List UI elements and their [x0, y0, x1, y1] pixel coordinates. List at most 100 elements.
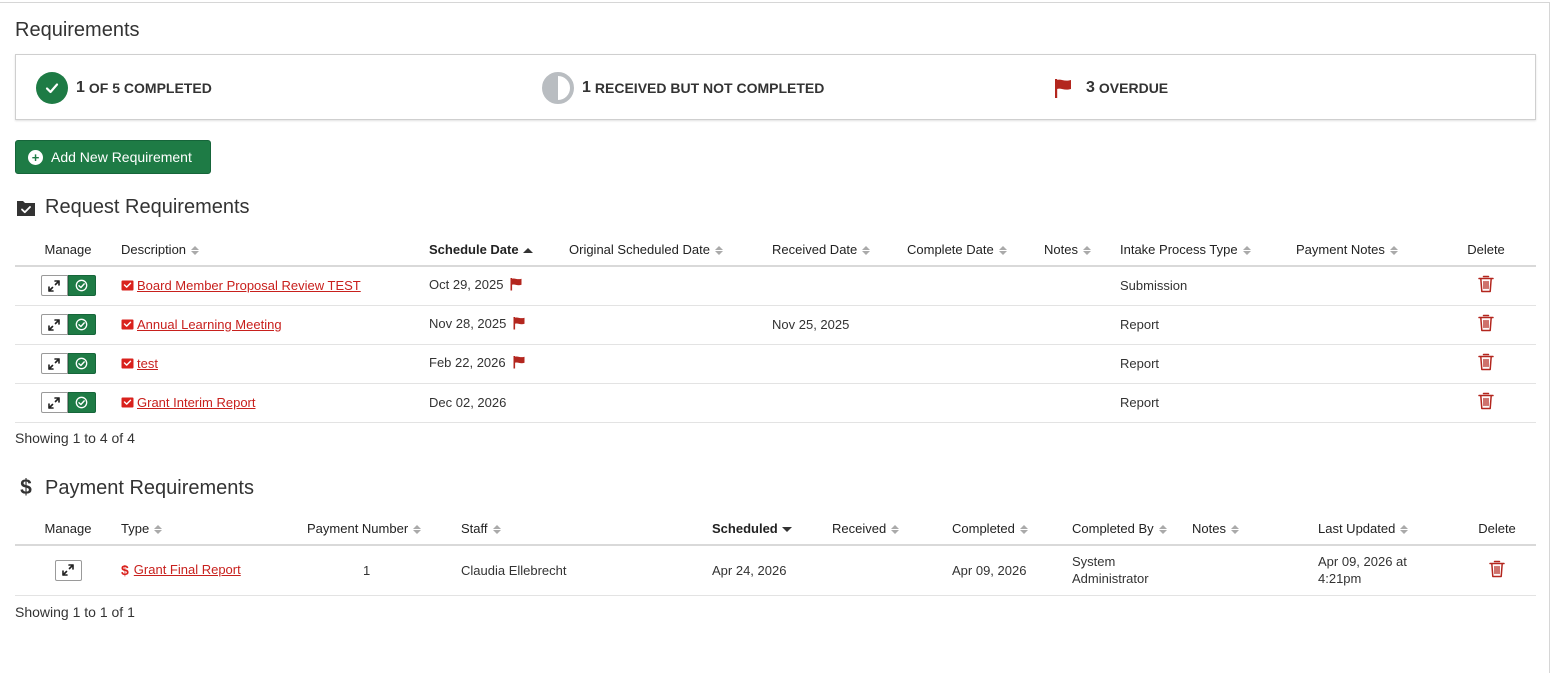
schedule-date-cell: Dec 02, 2026 — [429, 383, 569, 423]
table-row: Grant Interim Report Dec 02, 2026 Report — [15, 383, 1536, 423]
col-scheduled[interactable]: Scheduled — [712, 513, 832, 546]
col-intake-process-type[interactable]: Intake Process Type — [1120, 234, 1296, 267]
schedule-date-cell: Nov 28, 2025 — [429, 305, 569, 345]
last-updated-cell: Apr 09, 2026 at 4:21pm — [1318, 545, 1458, 596]
sort-ascending-icon — [522, 248, 533, 254]
table-row: test Feb 22, 2026 Report — [15, 344, 1536, 384]
expand-icon[interactable] — [40, 314, 68, 335]
page-title: Requirements — [15, 19, 140, 41]
manage-cell — [15, 344, 121, 384]
description-cell: test — [121, 344, 429, 384]
original-scheduled-date-cell — [569, 383, 772, 423]
staff-cell: Claudia Ellebrecht — [461, 545, 712, 596]
summary-overdue: 3 OVERDUE — [1052, 55, 1168, 121]
payment-notes-cell — [1296, 383, 1436, 423]
col-received[interactable]: Received — [832, 513, 952, 546]
completed-label: OF 5 COMPLETED — [88, 80, 212, 96]
mark-complete-icon[interactable] — [67, 314, 96, 335]
description-cell: Board Member Proposal Review TEST — [121, 266, 429, 306]
request-requirements-table: Manage Description Schedule Date Origina… — [15, 234, 1536, 423]
payment-requirements-table: Manage Type Payment Number Staff Schedul… — [15, 513, 1536, 596]
requirement-link[interactable]: Grant Interim Report — [137, 395, 256, 410]
sort-icon — [492, 525, 501, 535]
col-original-scheduled-date[interactable]: Original Scheduled Date — [569, 234, 772, 267]
overdue-flag-icon — [512, 316, 526, 333]
col-type[interactable]: Type — [121, 513, 307, 546]
mark-complete-icon[interactable] — [67, 392, 96, 413]
col-description[interactable]: Description — [121, 234, 429, 267]
requirement-link[interactable]: test — [137, 356, 158, 371]
check-circle-icon — [36, 72, 68, 104]
payment-notes-cell — [1296, 266, 1436, 306]
payment-showing-count: Showing 1 to 1 of 1 — [15, 604, 135, 620]
col-staff[interactable]: Staff — [461, 513, 712, 546]
delete-cell — [1436, 383, 1536, 423]
top-divider — [0, 2, 1549, 3]
completed-by-cell: System Administrator — [1072, 545, 1192, 596]
col-schedule-date[interactable]: Schedule Date — [429, 234, 569, 267]
payment-notes-cell — [1296, 344, 1436, 384]
expand-icon[interactable] — [40, 275, 68, 297]
col-payment-number[interactable]: Payment Number — [307, 513, 461, 546]
schedule-date: Oct 29, 2025 — [429, 277, 504, 293]
request-requirements-title: Request Requirements — [45, 196, 250, 218]
trash-icon[interactable] — [1478, 275, 1494, 296]
requirement-link[interactable]: Annual Learning Meeting — [137, 317, 282, 332]
received-label: RECEIVED BUT NOT COMPLETED — [594, 80, 825, 96]
summary-received: 1 RECEIVED BUT NOT COMPLETED — [542, 55, 824, 121]
overdue-flag-icon — [509, 277, 523, 294]
mark-complete-icon[interactable] — [67, 275, 96, 297]
sort-descending-icon — [781, 527, 792, 533]
col-last-updated[interactable]: Last Updated — [1318, 513, 1458, 546]
plus-circle-icon: + — [28, 149, 43, 165]
request-showing-count: Showing 1 to 4 of 4 — [15, 430, 135, 446]
trash-icon[interactable] — [1478, 392, 1494, 413]
requirement-link[interactable]: Board Member Proposal Review TEST — [137, 278, 361, 293]
col-complete-date[interactable]: Complete Date — [907, 234, 1044, 267]
received-count: 1 — [582, 79, 591, 96]
expand-icon[interactable] — [54, 559, 82, 581]
expand-icon[interactable] — [40, 353, 68, 374]
trash-icon[interactable] — [1489, 560, 1505, 581]
delete-cell — [1436, 266, 1536, 306]
original-scheduled-date-cell — [569, 305, 772, 345]
complete-date-cell — [907, 344, 1044, 384]
table-row: Annual Learning Meeting Nov 28, 2025 Nov 2… — [15, 305, 1536, 345]
complete-date-cell — [907, 266, 1044, 306]
expand-icon[interactable] — [40, 392, 68, 413]
schedule-date-cell: Feb 22, 2026 — [429, 344, 569, 384]
manage-cell — [15, 545, 121, 596]
sort-icon — [191, 246, 200, 256]
manage-cell — [15, 305, 121, 345]
col-notes[interactable]: Notes — [1192, 513, 1318, 546]
payment-link[interactable]: Grant Final Report — [134, 562, 241, 577]
col-payment-notes[interactable]: Payment Notes — [1296, 234, 1436, 267]
delete-cell — [1436, 344, 1536, 384]
col-delete: Delete — [1458, 513, 1536, 546]
col-notes[interactable]: Notes — [1044, 234, 1120, 267]
scheduled-cell: Apr 24, 2026 — [712, 545, 832, 596]
mark-complete-icon[interactable] — [67, 353, 96, 374]
col-received-date[interactable]: Received Date — [772, 234, 907, 267]
col-completed-by[interactable]: Completed By — [1072, 513, 1192, 546]
dollar-icon: $ — [20, 476, 32, 499]
overdue-label: OVERDUE — [1098, 80, 1169, 96]
col-completed[interactable]: Completed — [952, 513, 1072, 546]
trash-icon[interactable] — [1478, 353, 1494, 374]
sort-icon — [1242, 246, 1251, 256]
manage-button-group — [40, 314, 96, 335]
trash-icon[interactable] — [1478, 314, 1494, 335]
folder-check-icon — [15, 199, 37, 217]
payment-notes-cell — [1296, 305, 1436, 345]
requirements-summary: 1 OF 5 COMPLETED 1 RECEIVED BUT NOT COMP… — [15, 54, 1536, 120]
received-date-cell — [772, 383, 907, 423]
manage-button-group — [40, 392, 96, 413]
add-button-label: Add New Requirement — [51, 149, 192, 165]
schedule-date: Feb 22, 2026 — [429, 355, 506, 370]
sort-icon — [891, 525, 900, 535]
add-new-requirement-button[interactable]: + Add New Requirement — [15, 140, 211, 174]
complete-date-cell — [907, 383, 1044, 423]
completed-count: 1 — [76, 79, 85, 96]
half-circle-icon — [542, 72, 574, 104]
table-row: $ Grant Final Report 1 Claudia Ellebrecht Ap… — [15, 545, 1536, 596]
